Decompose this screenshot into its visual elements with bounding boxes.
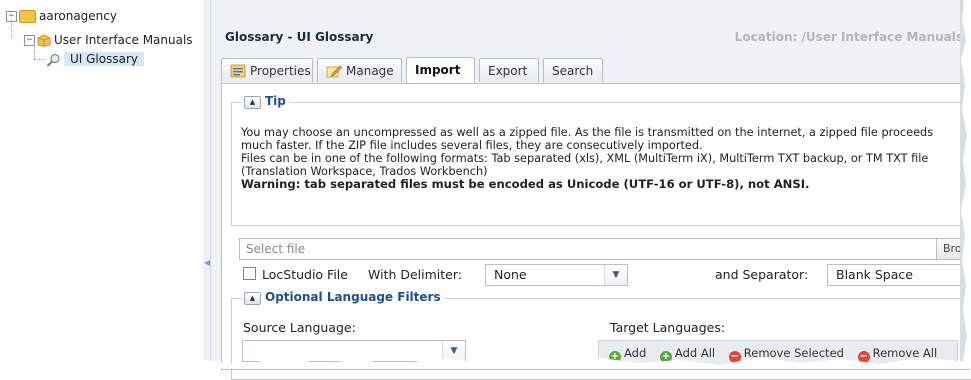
magnifier-icon — [46, 53, 60, 67]
tab-export[interactable]: Export — [479, 58, 539, 82]
tree-connector — [34, 47, 35, 59]
tab-search[interactable]: Search — [543, 58, 603, 82]
location-path: Location: /User Interface Manuals — [734, 30, 963, 44]
properties-icon — [230, 64, 246, 78]
chevron-down-icon[interactable]: ▼ — [604, 265, 627, 285]
tip-paragraph: Files can be in one of the following for… — [241, 152, 929, 178]
locstudio-checkbox[interactable] — [243, 267, 256, 280]
torn-right-edge — [960, 0, 971, 368]
source-language-label: Source Language: — [243, 320, 356, 335]
tip-warning: Warning: tab separated files must be enc… — [241, 177, 810, 191]
tab-label: Manage — [346, 64, 394, 78]
language-filters-legend[interactable]: ▲ Optional Language Filters — [242, 290, 445, 305]
tip-text: You may choose an uncompressed as well a… — [241, 126, 966, 191]
locstudio-label: LocStudio File — [262, 267, 348, 282]
tree-connector — [34, 59, 44, 60]
tip-legend[interactable]: ▲ Tip — [242, 94, 290, 109]
manage-icon — [326, 65, 342, 78]
collapse-up-icon[interactable]: ▲ — [244, 292, 261, 305]
header: Glossary - UI Glossary Location: /User I… — [211, 0, 971, 56]
import-panel: ▲ Tip You may choose an uncompressed as w… — [221, 83, 971, 380]
tab-label: Properties — [250, 64, 311, 78]
delimiter-label: With Delimiter: — [368, 267, 462, 282]
main-panel: Glossary - UI Glossary Location: /User I… — [211, 0, 971, 380]
separator-select[interactable]: Blank Space — [827, 264, 970, 286]
box-icon — [37, 34, 51, 47]
target-languages-label: Target Languages: — [610, 320, 726, 335]
tree-node-ui-glossary[interactable]: UI Glossary — [46, 50, 145, 68]
tip-paragraph: You may choose an uncompressed as well a… — [241, 126, 934, 152]
splitter[interactable]: ◀ — [203, 0, 211, 368]
tab-import[interactable]: Import — [406, 57, 475, 83]
tip-legend-label: Tip — [265, 94, 286, 108]
separator-label: and Separator: — [715, 267, 809, 282]
tree-node-label: User Interface Manuals — [54, 33, 193, 47]
separator-value: Blank Space — [836, 267, 913, 282]
delimiter-value: None — [494, 267, 527, 282]
file-select-row: Browse... — [239, 238, 971, 260]
torn-bottom-edge — [0, 357, 971, 368]
delimiter-select[interactable]: None ▼ — [485, 264, 628, 286]
folder-icon — [19, 10, 36, 23]
file-input[interactable] — [240, 239, 942, 259]
collapse-arrow-icon[interactable]: ◀ — [204, 258, 210, 267]
collapse-icon[interactable]: − — [24, 35, 35, 46]
tree-node-user-interface-manuals[interactable]: − User Interface Manuals — [24, 31, 193, 49]
folder-tree: − aaronagency − User Interface Manuals UI… — [0, 0, 204, 368]
locstudio-option[interactable]: LocStudio File — [243, 264, 348, 286]
tree-node-label: UI Glossary — [64, 52, 145, 66]
tree-node-root[interactable]: − aaronagency — [6, 7, 117, 25]
collapse-up-icon[interactable]: ▲ — [244, 96, 261, 109]
language-filters-legend-label: Optional Language Filters — [265, 290, 441, 304]
tree-node-label: aaronagency — [39, 9, 117, 23]
tree-connector — [11, 20, 12, 38]
page-title: Glossary - UI Glossary — [225, 30, 374, 44]
tab-properties[interactable]: Properties — [221, 58, 313, 82]
tab-manage[interactable]: Manage — [317, 58, 402, 82]
